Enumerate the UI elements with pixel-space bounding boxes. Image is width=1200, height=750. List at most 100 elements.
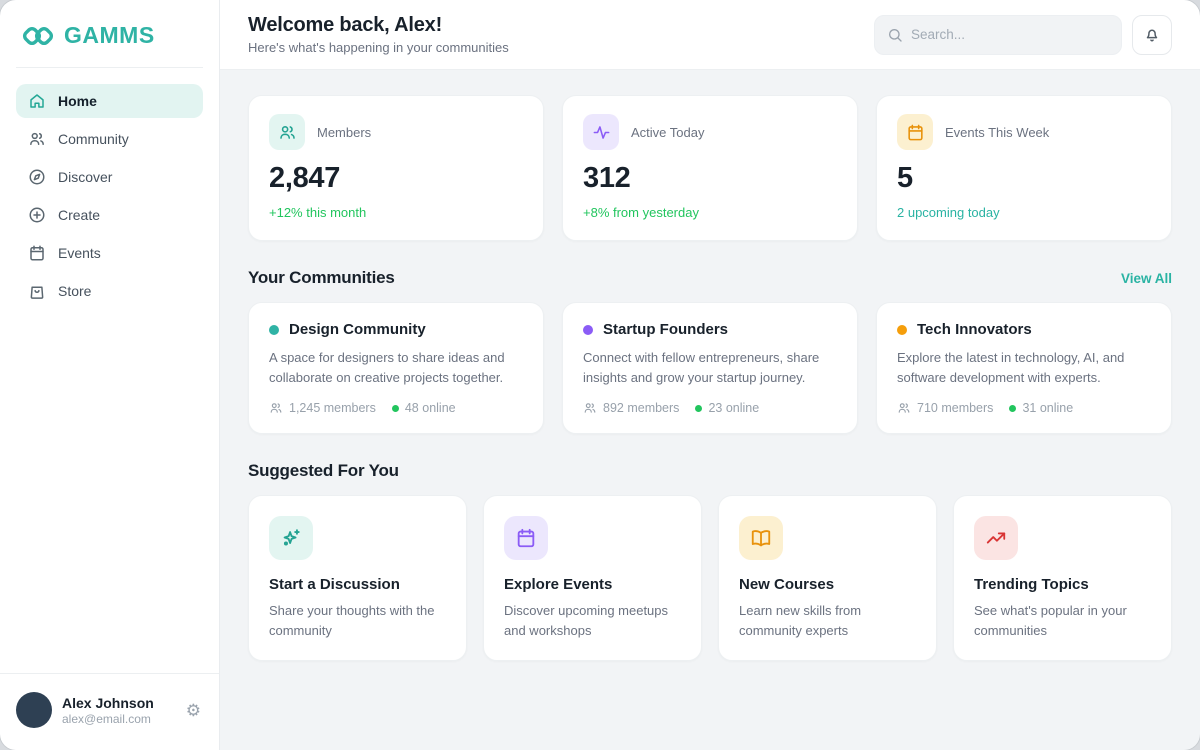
community-meta: 710 members 31 online — [897, 401, 1151, 415]
calendar-icon — [504, 516, 548, 560]
members-count: 1,245 members — [269, 401, 376, 415]
brand-logo: GAMMS — [0, 0, 219, 67]
plus-circle-icon — [28, 206, 46, 224]
calendar-icon — [28, 244, 46, 262]
infinity-loops-icon — [20, 23, 56, 49]
stat-delta: +8% from yesterday — [583, 205, 837, 220]
users-icon — [28, 130, 46, 148]
user-name: Alex Johnson — [62, 695, 174, 711]
sidebar-item-label: Home — [58, 93, 97, 109]
online-count: 48 online — [392, 401, 456, 415]
community-card-design[interactable]: Design Community A space for designers t… — [248, 302, 544, 434]
online-count: 23 online — [695, 401, 759, 415]
suggested-card-events[interactable]: Explore Events Discover upcoming meetups… — [483, 495, 702, 661]
community-name: Design Community — [289, 321, 426, 338]
sidebar-item-label: Discover — [58, 169, 112, 185]
sidebar-item-label: Events — [58, 245, 101, 261]
notifications-button[interactable] — [1132, 15, 1172, 55]
user-meta: Alex Johnson alex@email.com — [62, 695, 174, 726]
bell-icon — [1143, 26, 1161, 44]
sidebar-item-label: Community — [58, 131, 129, 147]
stat-card-members: Members 2,847 +12% this month — [248, 95, 544, 241]
community-description: A space for designers to share ideas and… — [269, 348, 523, 388]
search-input[interactable] — [911, 27, 1109, 42]
community-card-startup[interactable]: Startup Founders Connect with fellow ent… — [562, 302, 858, 434]
members-label: 710 members — [917, 401, 993, 415]
online-label: 31 online — [1022, 401, 1073, 415]
online-label: 48 online — [405, 401, 456, 415]
online-label: 23 online — [708, 401, 759, 415]
sidebar-item-store[interactable]: Store — [16, 274, 203, 308]
stats-row: Members 2,847 +12% this month Active Tod… — [248, 95, 1172, 241]
stat-label: Active Today — [631, 125, 704, 140]
avatar — [16, 692, 52, 728]
gear-icon[interactable]: ⚙ — [184, 700, 203, 721]
top-header: Welcome back, Alex! Here's what's happen… — [220, 0, 1200, 70]
suggested-title: Trending Topics — [974, 576, 1151, 593]
community-head: Tech Innovators — [897, 321, 1151, 338]
community-name: Startup Founders — [603, 321, 728, 338]
community-description: Connect with fellow entrepreneurs, share… — [583, 348, 837, 388]
stat-head: Active Today — [583, 114, 837, 150]
calendar-icon — [897, 114, 933, 150]
stat-value: 2,847 — [269, 162, 523, 195]
community-color-dot — [897, 325, 907, 335]
members-label: 892 members — [603, 401, 679, 415]
shopping-bag-icon — [28, 282, 46, 300]
header-text: Welcome back, Alex! Here's what's happen… — [248, 14, 509, 55]
stat-head: Members — [269, 114, 523, 150]
home-icon — [28, 92, 46, 110]
sidebar-item-create[interactable]: Create — [16, 198, 203, 232]
suggested-card-discussion[interactable]: Start a Discussion Share your thoughts w… — [248, 495, 467, 661]
online-dot — [1009, 405, 1016, 412]
users-icon — [269, 114, 305, 150]
search-icon — [887, 27, 903, 43]
stat-value: 312 — [583, 162, 837, 195]
suggested-section-header: Suggested For You — [248, 461, 1172, 481]
community-meta: 1,245 members 48 online — [269, 401, 523, 415]
user-profile[interactable]: Alex Johnson alex@email.com ⚙ — [0, 673, 219, 750]
members-label: 1,245 members — [289, 401, 376, 415]
search-box[interactable] — [874, 15, 1122, 55]
compass-icon — [28, 168, 46, 186]
sidebar-item-community[interactable]: Community — [16, 122, 203, 156]
sparkles-icon — [269, 516, 313, 560]
sidebar-item-home[interactable]: Home — [16, 84, 203, 118]
sidebar-item-events[interactable]: Events — [16, 236, 203, 270]
user-email: alex@email.com — [62, 712, 174, 726]
online-dot — [392, 405, 399, 412]
stat-delta: +12% this month — [269, 205, 523, 220]
suggested-title: New Courses — [739, 576, 916, 593]
users-icon — [897, 401, 911, 415]
page-title: Welcome back, Alex! — [248, 14, 509, 37]
users-icon — [269, 401, 283, 415]
suggested-title: Explore Events — [504, 576, 681, 593]
main-area: Welcome back, Alex! Here's what's happen… — [220, 0, 1200, 750]
community-color-dot — [583, 325, 593, 335]
community-description: Explore the latest in technology, AI, an… — [897, 348, 1151, 388]
community-color-dot — [269, 325, 279, 335]
suggested-card-courses[interactable]: New Courses Learn new skills from commun… — [718, 495, 937, 661]
sidebar-item-discover[interactable]: Discover — [16, 160, 203, 194]
suggested-description: See what's popular in your communities — [974, 601, 1151, 640]
stat-label: Members — [317, 125, 371, 140]
stat-label: Events This Week — [945, 125, 1049, 140]
brand-name: GAMMS — [64, 22, 155, 49]
community-head: Design Community — [269, 321, 523, 338]
suggested-title: Start a Discussion — [269, 576, 446, 593]
suggested-description: Learn new skills from community experts — [739, 601, 916, 640]
stat-card-active-today: Active Today 312 +8% from yesterday — [562, 95, 858, 241]
page-subtitle: Here's what's happening in your communit… — [248, 40, 509, 55]
section-title: Suggested For You — [248, 461, 399, 481]
suggested-description: Share your thoughts with the community — [269, 601, 446, 640]
view-all-link[interactable]: View All — [1121, 271, 1172, 286]
community-card-tech[interactable]: Tech Innovators Explore the latest in te… — [876, 302, 1172, 434]
members-count: 892 members — [583, 401, 679, 415]
sidebar: GAMMS Home Community Discover — [0, 0, 220, 750]
community-name: Tech Innovators — [917, 321, 1032, 338]
content-scroll[interactable]: Members 2,847 +12% this month Active Tod… — [220, 70, 1200, 750]
community-meta: 892 members 23 online — [583, 401, 837, 415]
suggested-card-trending[interactable]: Trending Topics See what's popular in yo… — [953, 495, 1172, 661]
book-open-icon — [739, 516, 783, 560]
suggested-description: Discover upcoming meetups and workshops — [504, 601, 681, 640]
